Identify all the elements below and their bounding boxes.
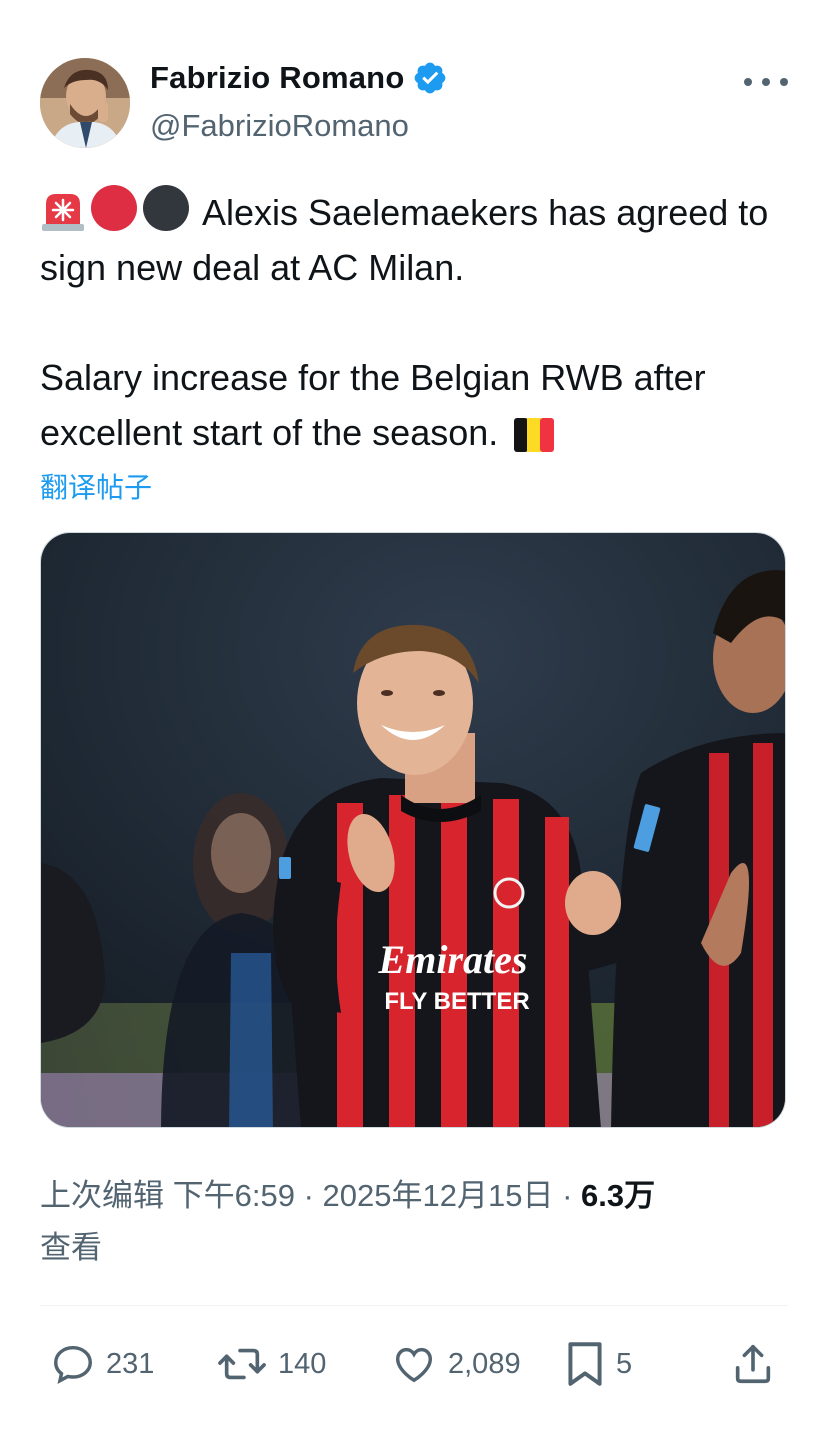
reply-button[interactable]: 231 [50,1334,154,1394]
translate-post-link[interactable]: 翻译帖子 [40,466,152,506]
more-options-icon[interactable] [744,64,788,100]
repost-icon [218,1348,266,1380]
tweet-photo[interactable]: Emirates FLY BETTER [40,532,786,1128]
author-handle[interactable]: @FabrizioRomano [150,108,409,144]
tweet-time[interactable]: 下午6:59 [173,1178,295,1213]
like-button[interactable]: 2,089 [390,1334,521,1394]
like-count: 2,089 [448,1347,521,1380]
tweet-text: Alexis Saelemaekers has agreed to sign n… [40,184,800,460]
black-circle-icon [143,185,189,231]
red-circle-icon [91,185,137,231]
bookmark-button[interactable]: 5 [564,1334,632,1394]
jersey-tagline-text: FLY BETTER [384,988,529,1015]
share-button[interactable] [730,1334,776,1394]
author-avatar[interactable] [40,58,130,148]
bookmark-icon [568,1342,602,1386]
reply-count: 231 [106,1347,155,1380]
divider [40,1305,788,1306]
bookmark-count: 5 [616,1347,633,1380]
view-count: 6.3万 [581,1178,656,1213]
edited-label[interactable]: 上次编辑 [40,1178,164,1213]
tweet-date[interactable]: 2025年12月15日 [323,1178,554,1213]
reply-icon [54,1345,92,1384]
repost-button[interactable]: 140 [216,1334,326,1394]
tweet-line-2: Salary increase for the Belgian RWB afte… [40,357,706,453]
verified-badge-icon [415,62,446,94]
author-name[interactable]: Fabrizio Romano [150,60,448,96]
author-name-text: Fabrizio Romano [150,60,405,95]
tweet-meta: 上次编辑 下午6:59 · 2025年12月15日 · 6.3万 查看 [40,1178,656,1265]
heart-icon [395,1347,433,1383]
rotating-light-icon [42,194,84,231]
views-label: 查看 [40,1230,102,1265]
share-icon [735,1344,771,1384]
action-bar: 231 140 2,089 5 [0,1334,824,1394]
jersey-sponsor-text: Emirates [378,937,528,982]
repost-count: 140 [278,1347,327,1380]
belgium-flag-icon [514,418,555,452]
